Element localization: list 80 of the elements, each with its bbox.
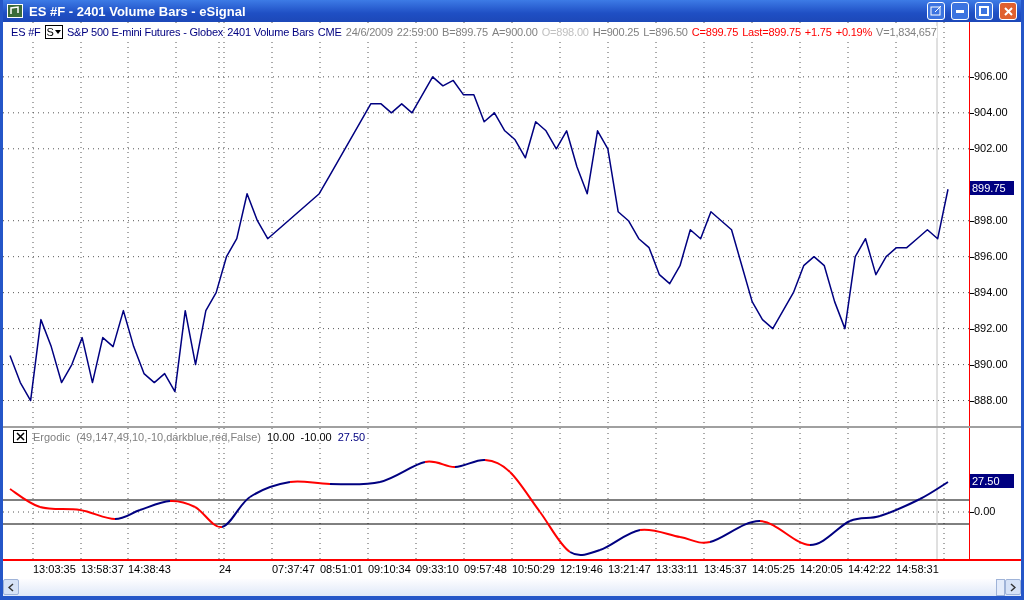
price-axis-label: 890.00 [974,357,1008,370]
time-axis-label: 14:05:25 [752,563,795,575]
axis-tick [970,400,974,402]
indicator-name: Ergodic [33,430,71,443]
scroll-left-button[interactable] [3,579,19,595]
minimize-button[interactable] [951,2,969,20]
price-axis-label: 888.00 [974,393,1008,406]
axis-tick [970,328,974,330]
quote-field: 22:59:00 [396,26,439,38]
axis-tick [970,148,974,150]
axis-tick [970,364,974,366]
time-axis-label: 08:51:01 [320,563,363,575]
price-axis-label: 904.00 [974,105,1008,118]
symbol-menu-button[interactable]: S [44,25,63,39]
quote-field: B=899.75 [442,26,488,38]
close-icon [1003,6,1013,16]
axis-tick [970,112,974,114]
time-axis-label: 13:03:35 [33,563,76,575]
indicator-params: (49,147,49,10,-10,darkblue,red,False) [76,430,261,443]
time-axis-label: 13:45:37 [704,563,747,575]
chevron-right-icon [1010,582,1016,592]
window-title: ES #F - 2401 Volume Bars - eSignal [29,3,247,19]
chart-app-icon [7,4,23,18]
indicator-axis-label: 0.00 [974,505,996,517]
symbol-label: ES #F [11,26,41,38]
close-button[interactable] [999,2,1017,20]
price-axis-label: 894.00 [974,285,1008,298]
time-axis-label: 10:50:29 [512,563,555,575]
time-axis-label: 09:10:34 [368,563,411,575]
time-axis-label: 09:33:10 [416,563,459,575]
time-axis-label: 07:37:47 [272,563,315,575]
axis-tick [970,220,974,222]
indicator-level: -10.00 [300,430,332,443]
scroll-right-button[interactable] [1005,579,1021,595]
quote-field: S&P 500 E-mini Futures - Globex [66,26,224,38]
detach-button[interactable] [927,2,945,20]
time-axis-label: 09:57:48 [464,563,507,575]
quote-field: L=896.50 [643,26,688,38]
time-axis-label: 13:21:47 [608,563,651,575]
quote-field: CME [317,26,342,38]
quote-field: O=898.00 [541,26,589,38]
time-axis-label: 14:58:31 [896,563,939,575]
edit-window-icon [930,6,942,16]
last-price-badge: 899.75 [970,181,1014,196]
caret-icon [54,30,61,34]
indicator-level: 10.00 [266,430,295,443]
close-indicator-button[interactable] [13,430,27,443]
axis-tick [970,76,974,78]
time-axis-label: 14:42:22 [848,563,891,575]
time-axis-label: 14:20:05 [800,563,843,575]
quote-field: 2401 Volume Bars [227,26,314,38]
price-axis-label: 896.00 [974,249,1008,262]
time-axis-label: 13:58:37 [81,563,124,575]
minimize-icon [956,9,964,13]
quote-field: 24/6/2009 [345,26,393,38]
axis-tick [970,512,974,513]
price-axis-label: 898.00 [974,213,1008,226]
maximize-icon [979,6,989,16]
time-axis-label: 13:33:11 [656,563,698,575]
indicator-value: 27.50 [337,430,366,443]
quote-field: +1.75 [804,26,832,38]
quote-field: V=1,834,657 [876,26,937,38]
axis-tick [970,292,974,294]
time-axis-label: 14:38:43 [128,563,171,575]
quote-field: +0.19% [835,26,873,38]
maximize-button[interactable] [975,2,993,20]
scroll-thumb[interactable] [996,579,1005,596]
indicator-value-badge: 27.50 [970,474,1014,488]
price-axis-label: 906.00 [974,69,1008,82]
time-axis-label: 12:19:46 [560,563,603,575]
chevron-left-icon [8,582,14,592]
price-axis-label: 892.00 [974,321,1008,334]
quote-field: A=900.00 [491,26,538,38]
axis-tick [970,256,974,258]
price-axis-label: 902.00 [974,141,1008,154]
close-icon [15,432,25,441]
quote-field: H=900.25 [592,26,640,38]
time-axis-label: 24 [219,563,232,575]
quote-field: Last=899.75 [742,26,801,38]
quote-field: C=899.75 [691,26,739,38]
